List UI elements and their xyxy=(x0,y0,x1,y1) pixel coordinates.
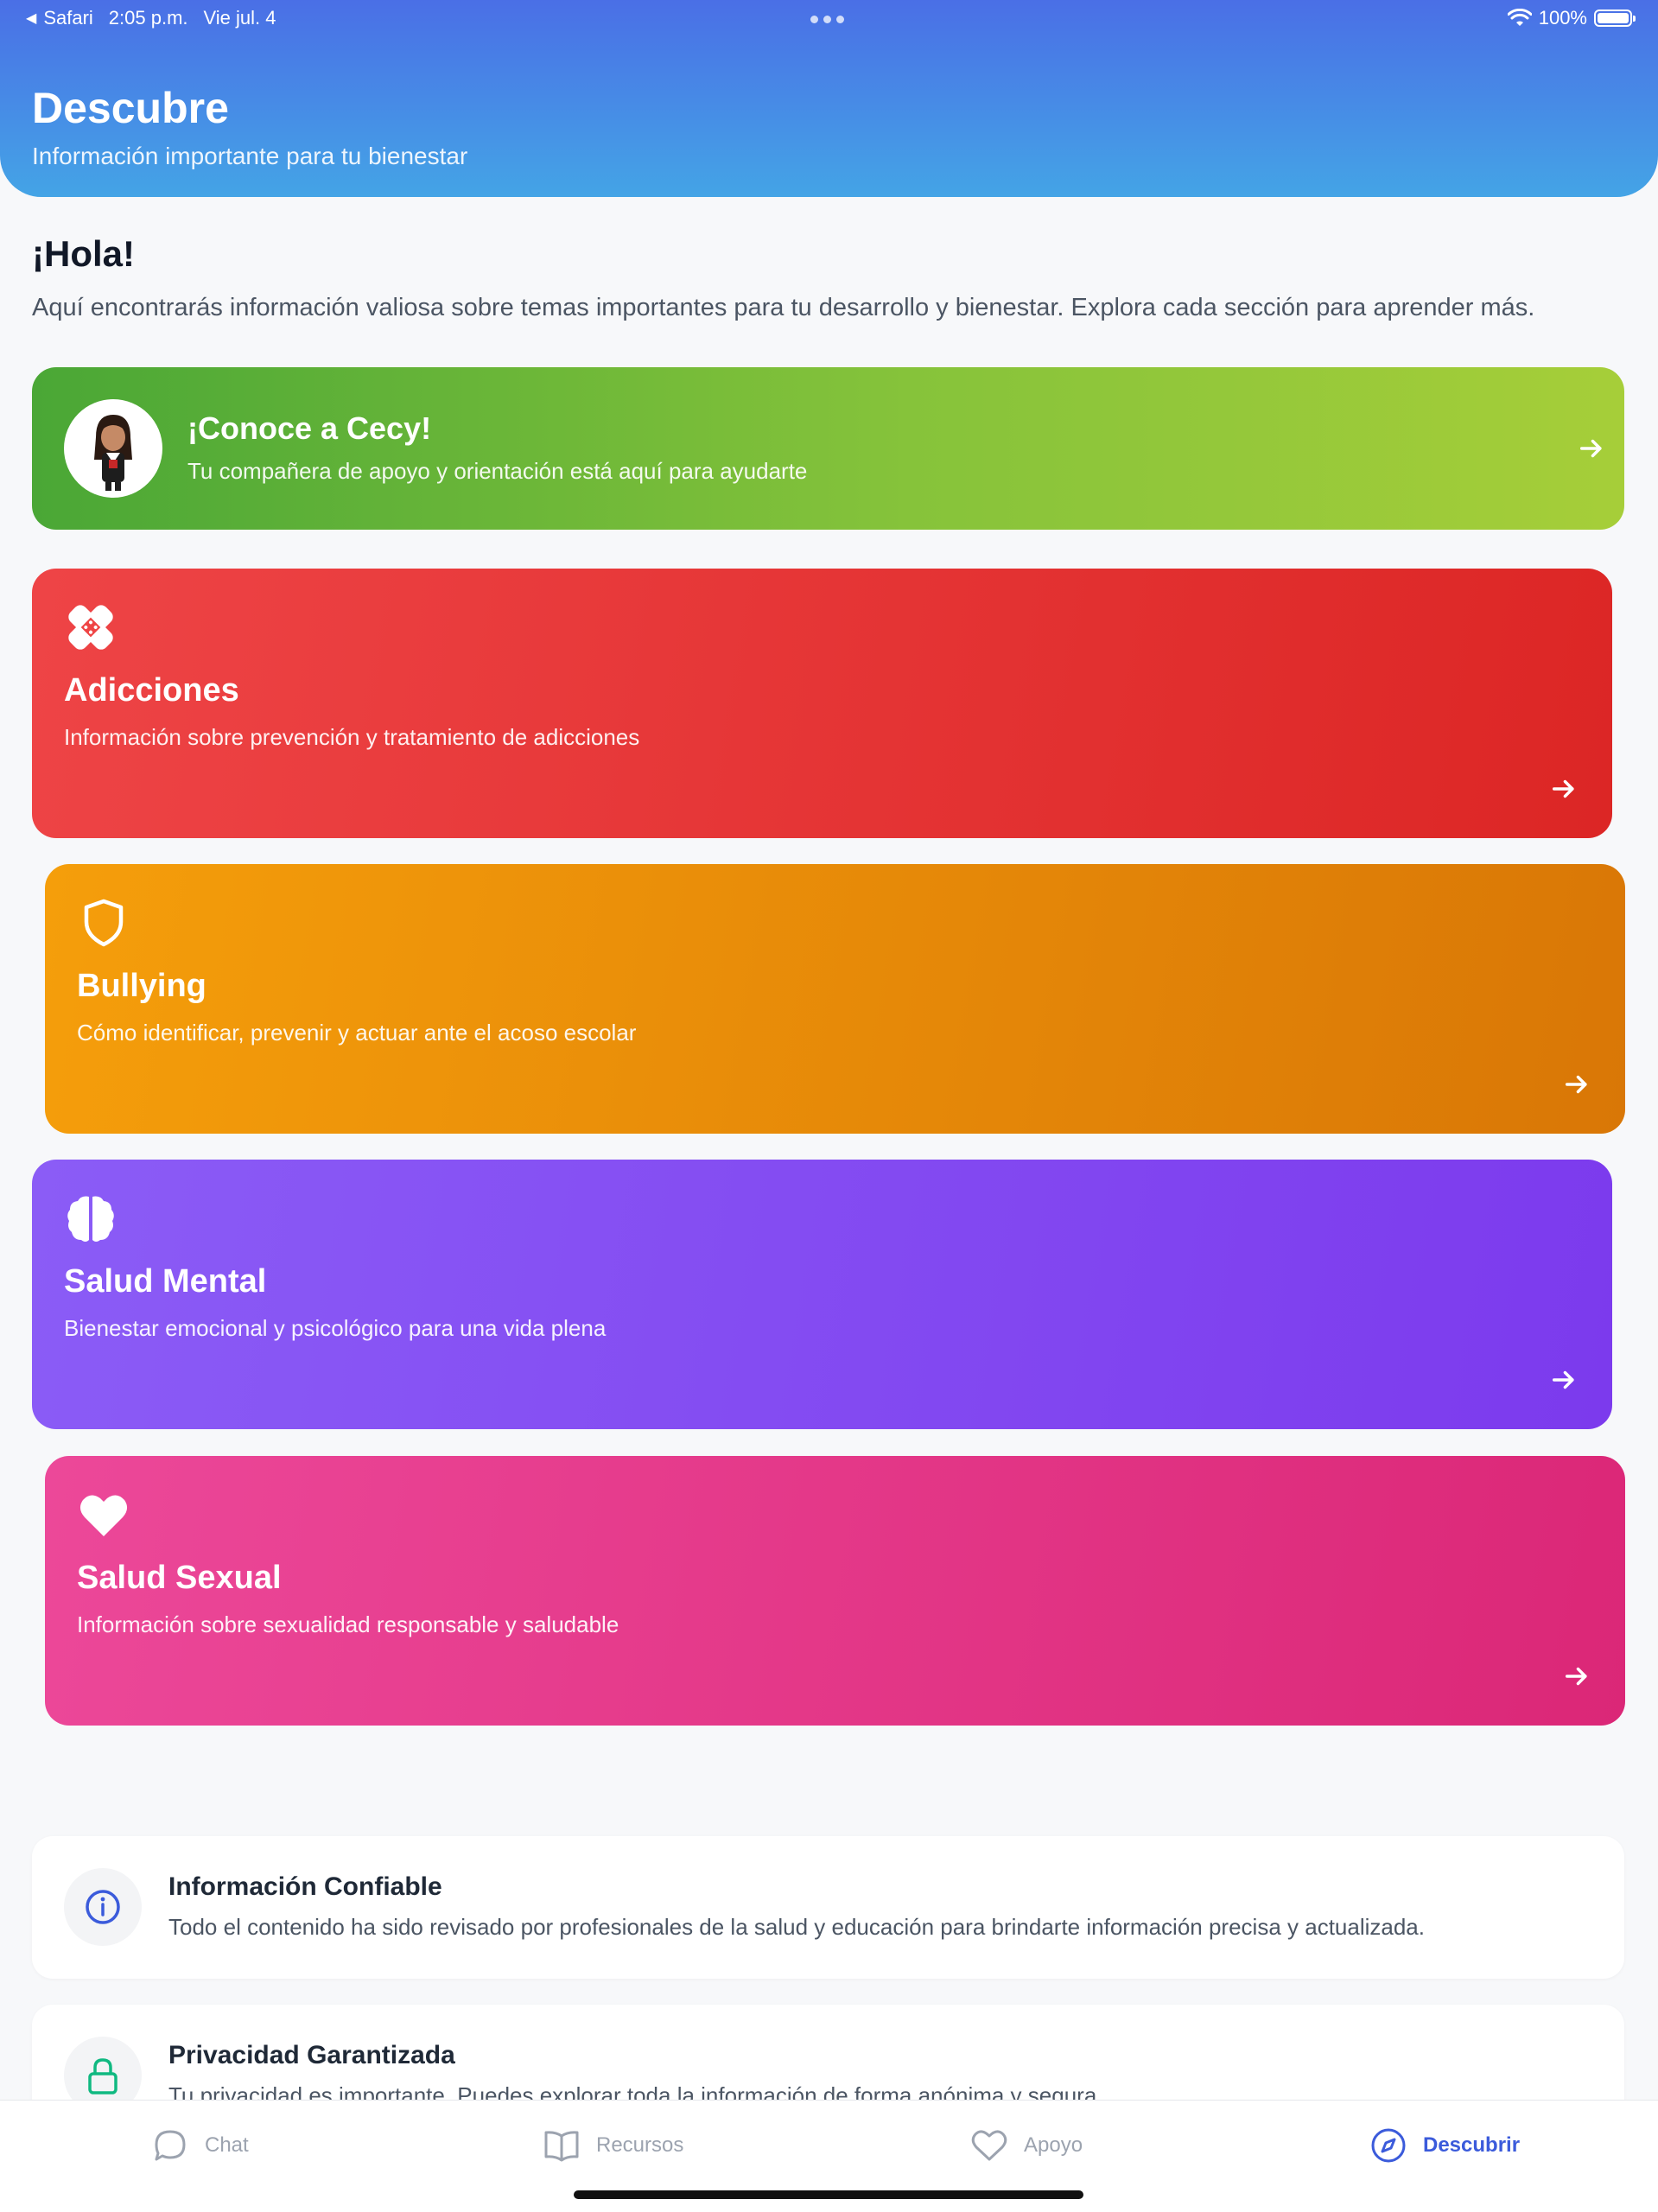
tab-label: Descubrir xyxy=(1423,2133,1521,2157)
arrow-right-icon xyxy=(1579,439,1602,458)
battery-percent: 100% xyxy=(1538,7,1587,29)
bandage-icon xyxy=(68,605,113,650)
status-bar: ◀ Safari 2:05 p.m. Vie jul. 4 100% xyxy=(0,7,1658,33)
info-title: Privacidad Garantizada xyxy=(168,2041,455,2069)
greeting-title: ¡Hola! xyxy=(32,233,135,274)
tab-chat[interactable]: Chat xyxy=(151,2126,249,2164)
topic-title: Bullying xyxy=(77,968,206,1004)
heart-icon xyxy=(79,1495,128,1536)
cecy-title: ¡Conoce a Cecy! xyxy=(187,410,432,446)
arrow-right-icon xyxy=(1552,1370,1574,1389)
chat-icon xyxy=(155,2130,186,2161)
back-arrow-icon[interactable]: ◀ xyxy=(26,10,36,27)
cecy-subtitle: Tu compañera de apoyo y orientación está… xyxy=(187,458,808,484)
info-icon xyxy=(86,1890,120,1924)
book-icon xyxy=(544,2131,579,2162)
cecy-avatar xyxy=(64,399,162,498)
info-text: Todo el contenido ha sido revisado por p… xyxy=(168,1914,1425,1940)
topic-card-salud-sexual[interactable]: Salud Sexual Información sobre sexualida… xyxy=(45,1456,1625,1726)
topic-title: Adicciones xyxy=(64,672,239,709)
topic-subtitle: Cómo identificar, prevenir y actuar ante… xyxy=(77,1020,637,1046)
heart-outline-icon xyxy=(971,2130,1007,2161)
topic-card-bullying[interactable]: Bullying Cómo identificar, prevenir y ac… xyxy=(45,864,1625,1134)
arrow-right-icon xyxy=(1565,1075,1587,1094)
tab-apoyo[interactable]: Apoyo xyxy=(970,2126,1083,2164)
page-subtitle: Información importante para tu bienestar xyxy=(32,143,468,169)
tab-descubrir[interactable]: Descubrir xyxy=(1369,2126,1520,2164)
greeting-text: Aquí encontrarás información valiosa sob… xyxy=(32,294,1535,321)
tab-label: Apoyo xyxy=(1024,2133,1083,2157)
info-icon-circle xyxy=(64,1868,142,1946)
arrow-right-icon xyxy=(1552,779,1574,798)
topic-subtitle: Información sobre prevención y tratamien… xyxy=(64,724,640,750)
tab-label: Chat xyxy=(205,2133,249,2157)
arrow-right-icon xyxy=(1565,1667,1587,1686)
info-title: Información Confiable xyxy=(168,1872,442,1901)
battery-icon xyxy=(1594,10,1636,27)
page-title: Descubre xyxy=(32,84,229,132)
status-app[interactable]: Safari xyxy=(43,7,92,29)
info-card-confiable: Información Confiable Todo el contenido … xyxy=(32,1836,1624,1979)
topic-title: Salud Mental xyxy=(64,1263,267,1300)
cecy-card[interactable]: ¡Conoce a Cecy! Tu compañera de apoyo y … xyxy=(32,367,1624,530)
topic-card-adicciones[interactable]: Adicciones Información sobre prevención … xyxy=(32,569,1612,838)
brain-icon xyxy=(67,1196,114,1242)
header: ◀ Safari 2:05 p.m. Vie jul. 4 100% Descu… xyxy=(0,0,1658,197)
wifi-icon xyxy=(1507,9,1532,26)
topic-title: Salud Sexual xyxy=(77,1560,282,1596)
compass-icon xyxy=(1371,2128,1406,2163)
tab-recursos[interactable]: Recursos xyxy=(543,2126,683,2164)
shield-icon xyxy=(84,899,124,947)
status-time: 2:05 p.m. xyxy=(108,7,188,29)
topic-card-salud-mental[interactable]: Salud Mental Bienestar emocional y psico… xyxy=(32,1160,1612,1429)
topic-subtitle: Información sobre sexualidad responsable… xyxy=(77,1611,619,1637)
multitask-dots-icon[interactable] xyxy=(810,16,844,23)
home-indicator[interactable] xyxy=(574,2190,1083,2199)
topic-subtitle: Bienestar emocional y psicológico para u… xyxy=(64,1315,607,1341)
status-date: Vie jul. 4 xyxy=(203,7,276,29)
tab-label: Recursos xyxy=(596,2133,684,2157)
